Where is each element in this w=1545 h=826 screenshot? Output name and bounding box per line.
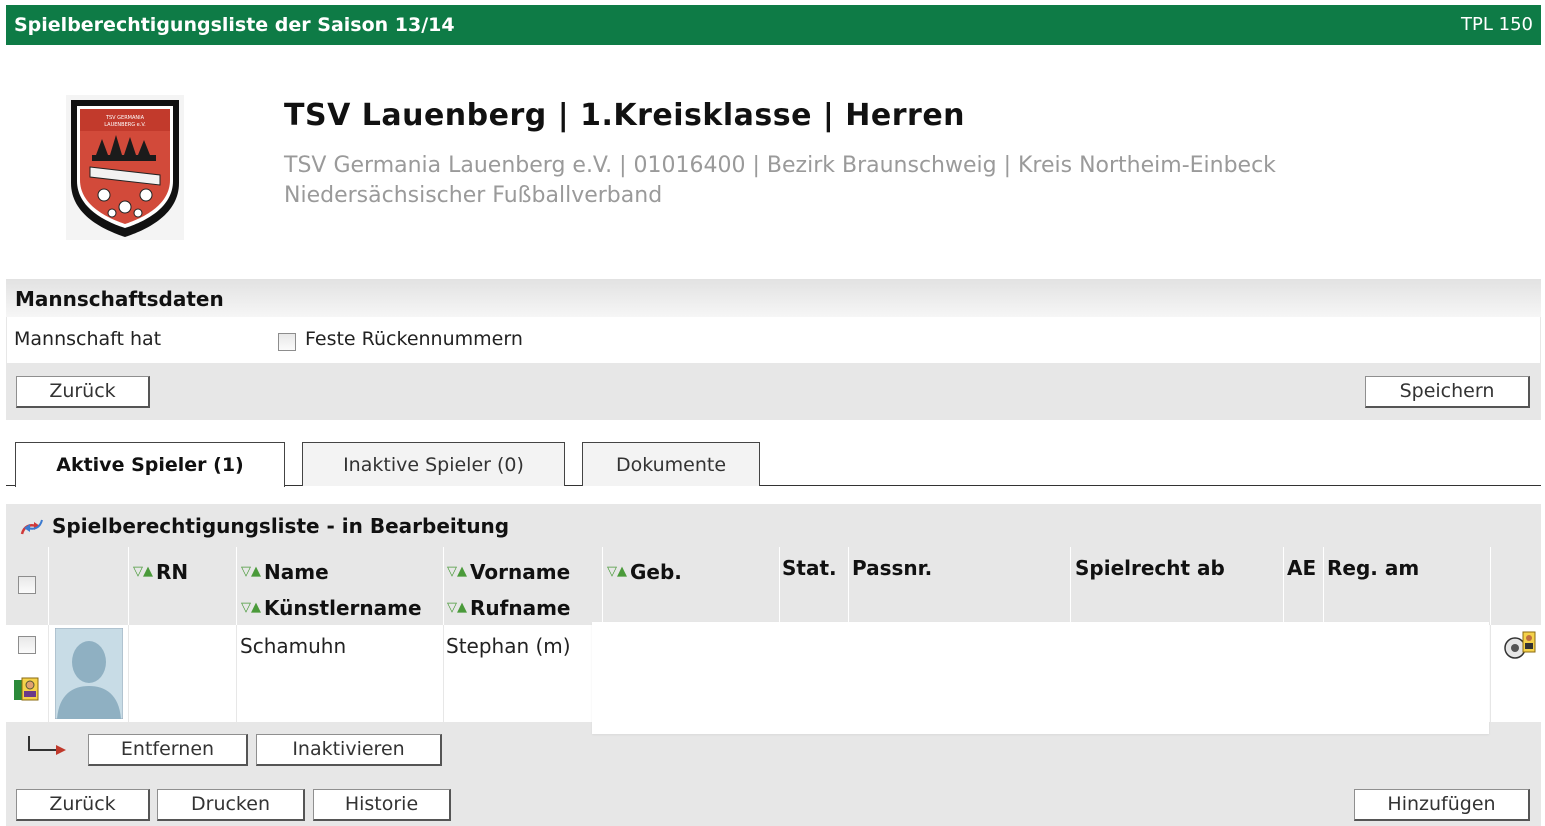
row-select-checkbox[interactable]: [18, 636, 36, 654]
add-button[interactable]: Hinzufügen: [1354, 789, 1530, 821]
mannschaft-hat-label: Mannschaft hat: [14, 328, 162, 350]
column-header-geb-label[interactable]: Geb.: [630, 560, 682, 584]
column-header-vorname-label[interactable]: Vorname: [470, 560, 570, 584]
svg-text:LAUENBERG e.V.: LAUENBERG e.V.: [104, 122, 146, 128]
mannschaftsdaten-header: [6, 279, 1541, 317]
column-header-stat: Stat.: [782, 556, 837, 580]
sort-icon[interactable]: ▽▲: [241, 564, 261, 579]
tab-inaktive-spieler[interactable]: Inaktive Spieler (0): [302, 442, 565, 486]
mannschaftsdaten-heading: Mannschaftsdaten: [15, 287, 224, 311]
feste-rueckennummern-checkbox[interactable]: [278, 333, 296, 351]
svg-text:TSV GERMANIA: TSV GERMANIA: [105, 115, 145, 121]
sort-icon[interactable]: ▽▲: [241, 600, 261, 615]
print-button[interactable]: Drucken: [157, 789, 305, 821]
column-header-rn[interactable]: ▽▲ RN: [133, 560, 188, 584]
column-header-rn-label[interactable]: RN: [156, 560, 188, 584]
column-divider: [48, 625, 49, 722]
column-header-name[interactable]: ▽▲ Name: [241, 560, 329, 584]
sort-icon[interactable]: ▽▲: [133, 564, 153, 579]
list-title: Spielberechtigungsliste - in Bearbeitung: [52, 514, 510, 538]
column-header-vorname[interactable]: ▽▲ Vorname: [447, 560, 570, 584]
page-code: TPL 150: [1461, 14, 1533, 35]
column-header-ae: AE: [1287, 556, 1317, 580]
player-pass-icon[interactable]: [1503, 630, 1537, 660]
column-header-geb[interactable]: ▽▲ Geb.: [607, 560, 682, 584]
tab-dokumente[interactable]: Dokumente: [582, 442, 760, 486]
save-button[interactable]: Speichern: [1365, 376, 1530, 408]
history-button[interactable]: Historie: [313, 789, 451, 821]
back-button-top[interactable]: Zurück: [16, 376, 150, 408]
column-header-kuenstlername-label[interactable]: Künstlername: [264, 596, 422, 620]
column-header-name-label[interactable]: Name: [264, 560, 329, 584]
column-header-passnr: Passnr.: [852, 556, 933, 580]
column-header-kuenstlername[interactable]: ▽▲ Künstlername: [241, 596, 422, 620]
column-divider: [236, 625, 237, 722]
player-vorname: Stephan (m): [446, 634, 571, 658]
sort-icon[interactable]: ▽▲: [447, 600, 467, 615]
column-header-rufname-label[interactable]: Rufname: [470, 596, 570, 620]
column-header-reg: Reg. am: [1327, 556, 1420, 580]
team-title: TSV Lauenberg | 1.Kreisklasse | Herren: [284, 98, 966, 133]
mannschaftsdaten-body: [7, 317, 1540, 363]
edit-sync-icon: [20, 519, 43, 535]
column-header-spielrecht: Spielrecht ab: [1075, 556, 1225, 580]
team-subtitle: TSV Germania Lauenberg e.V. | 01016400 |…: [284, 151, 1276, 211]
sort-icon[interactable]: ▽▲: [447, 564, 467, 579]
column-divider: [128, 625, 129, 722]
row-overlay-panel: [592, 622, 1489, 734]
column-header-rufname[interactable]: ▽▲ Rufname: [447, 596, 570, 620]
player-avatar: [55, 628, 123, 719]
club-crest-logo: TSV GERMANIA LAUENBERG e.V.: [66, 95, 184, 240]
page-title: Spielberechtigungsliste der Saison 13/14: [14, 14, 455, 36]
feste-rueckennummern-label: Feste Rückennummern: [305, 328, 523, 350]
remove-button[interactable]: Entfernen: [88, 734, 248, 766]
tab-aktive-spieler[interactable]: Aktive Spieler (1): [15, 442, 285, 487]
select-all-checkbox[interactable]: [18, 576, 36, 594]
title-bar: Spielberechtigungsliste der Saison 13/14…: [6, 5, 1541, 45]
sort-icon[interactable]: ▽▲: [607, 564, 627, 579]
column-divider: [443, 625, 444, 722]
column-divider: [1490, 625, 1491, 722]
selection-arrow-icon: [28, 736, 66, 755]
deactivate-button[interactable]: Inaktivieren: [256, 734, 442, 766]
player-name: Schamuhn: [240, 634, 347, 658]
team-subtitle-line2: Niedersächsischer Fußballverband: [284, 183, 663, 208]
back-button-bottom[interactable]: Zurück: [16, 789, 150, 821]
player-details-icon[interactable]: [12, 674, 42, 702]
team-subtitle-line1: TSV Germania Lauenberg e.V. | 01016400 |…: [284, 153, 1276, 178]
